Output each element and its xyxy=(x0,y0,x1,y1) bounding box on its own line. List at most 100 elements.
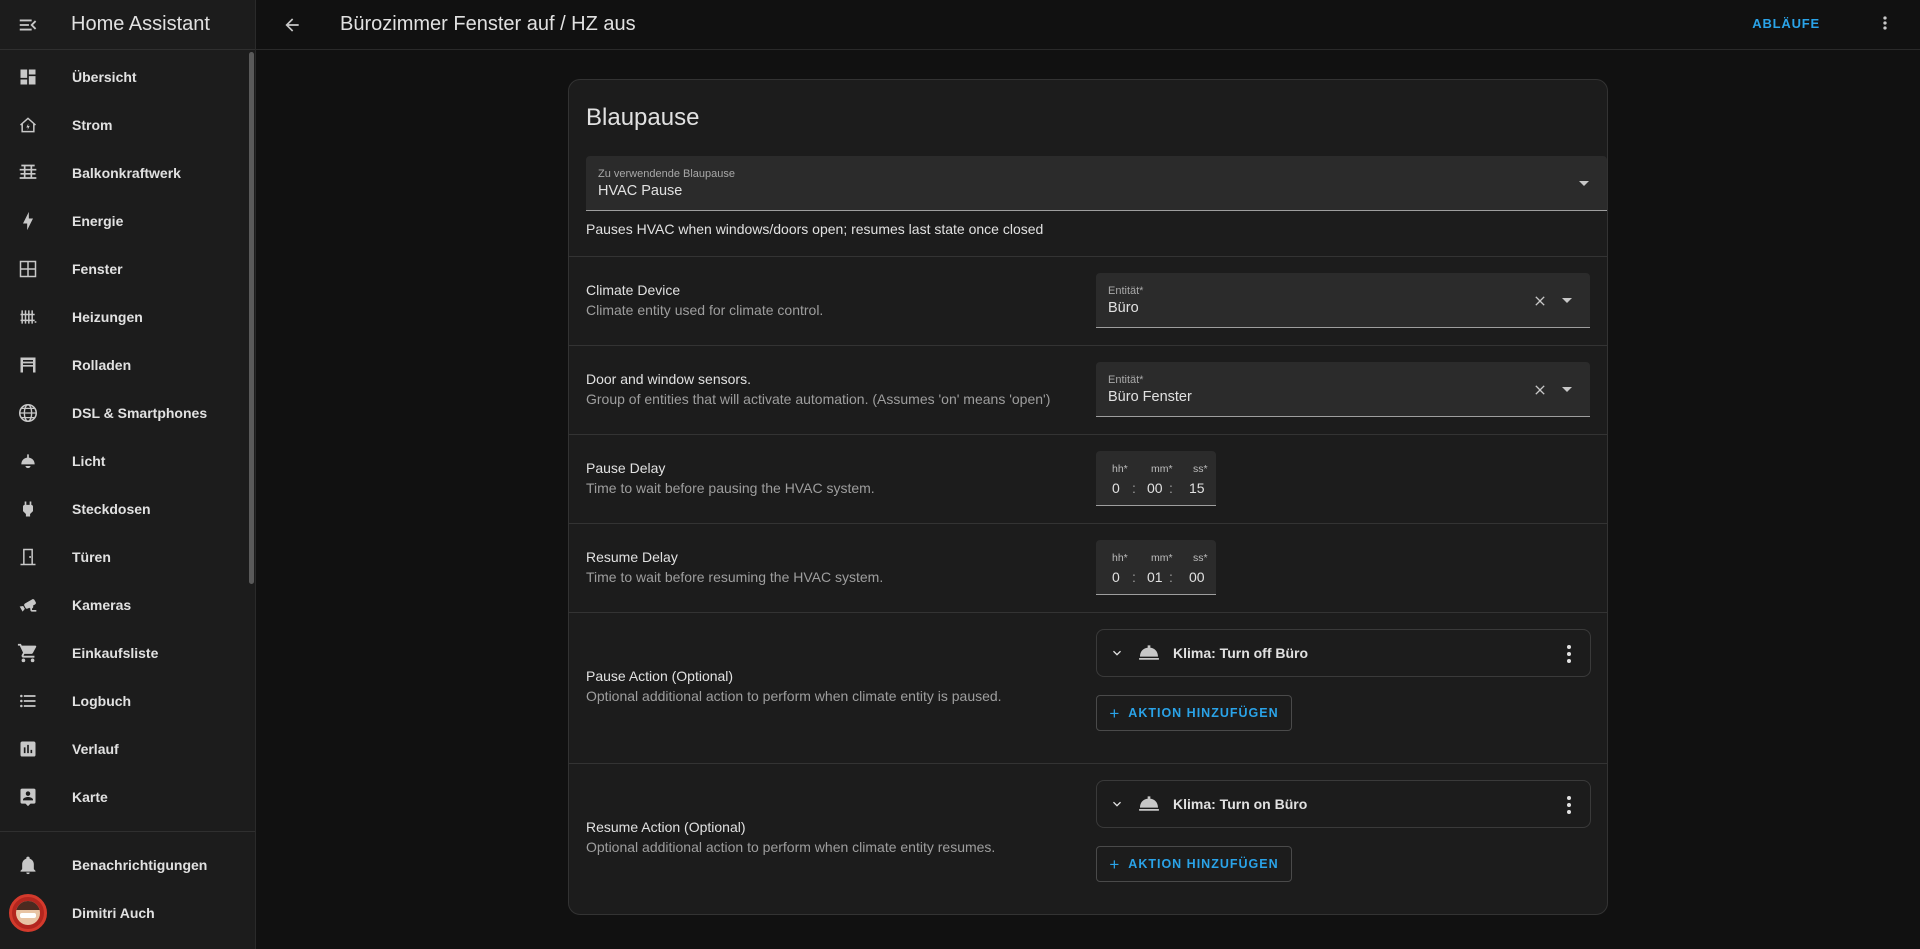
sensors-entity-picker[interactable]: Entität* Büro Fenster xyxy=(1096,362,1590,417)
seconds-input[interactable]: 00 xyxy=(1189,569,1205,585)
hours-input[interactable]: 0 xyxy=(1112,480,1120,496)
sensors-entity-value: Büro Fenster xyxy=(1108,389,1192,405)
dots-vertical-icon[interactable] xyxy=(1566,795,1572,815)
sidebar-item-tueren[interactable]: Türen xyxy=(0,533,248,581)
climate-entity-picker[interactable]: Entität* Büro xyxy=(1096,273,1590,328)
sidebar-item-einkaufsliste[interactable]: Einkaufsliste xyxy=(0,629,248,677)
sidebar-item-heizungen[interactable]: Heizungen xyxy=(0,293,248,341)
divider xyxy=(569,612,1607,613)
pause-action-name: Pause Action (Optional) xyxy=(586,668,734,684)
dots-vertical-icon xyxy=(1883,16,1887,30)
sidebar-item-label: Verlauf xyxy=(72,741,119,757)
bell-icon xyxy=(20,856,36,875)
sidebar-item-rolladen[interactable]: Rolladen xyxy=(0,341,248,389)
seconds-input[interactable]: 15 xyxy=(1189,480,1205,496)
sidebar-nav: Übersicht Strom Balkonkraftwerk Energie … xyxy=(0,53,248,821)
sidebar-item-label: DSL & Smartphones xyxy=(72,405,208,421)
sidebar-item-balkonkraftwerk[interactable]: Balkonkraftwerk xyxy=(0,149,248,197)
pause-action-text: Klima: Turn off Büro xyxy=(1173,645,1309,661)
more-menu-button[interactable] xyxy=(1874,12,1896,34)
pause-action-item[interactable]: Klima: Turn off Büro xyxy=(1096,629,1591,677)
divider xyxy=(569,256,1607,257)
ceiling-light-icon xyxy=(21,454,35,469)
sidebar-item-uebersicht[interactable]: Übersicht xyxy=(0,53,248,101)
ss-label: ss* xyxy=(1193,463,1208,475)
sidebar-item-label: Türen xyxy=(72,549,111,565)
chevron-down-icon[interactable] xyxy=(1109,645,1125,661)
sidebar-item-strom[interactable]: Strom xyxy=(0,101,248,149)
minutes-input[interactable]: 00 xyxy=(1147,480,1163,496)
sidebar-item-karte[interactable]: Karte xyxy=(0,773,248,821)
add-action-button[interactable]: + AKTION HINZUFÜGEN xyxy=(1096,846,1292,882)
hours-input[interactable]: 0 xyxy=(1112,569,1120,585)
sidebar-item-fenster[interactable]: Fenster xyxy=(0,245,248,293)
resume-delay-description: Time to wait before resuming the HVAC sy… xyxy=(586,569,884,585)
mm-label: mm* xyxy=(1151,552,1173,564)
power-plug-icon xyxy=(23,501,33,517)
sidebar-item-licht[interactable]: Licht xyxy=(0,437,248,485)
resume-action-text: Klima: Turn on Büro xyxy=(1173,796,1308,812)
add-action-label: AKTION HINZUFÜGEN xyxy=(1128,857,1279,871)
sidebar-item-steckdosen[interactable]: Steckdosen xyxy=(0,485,248,533)
cart-icon xyxy=(17,643,37,663)
sidebar-item-label: Karte xyxy=(72,789,108,805)
radiator-icon xyxy=(20,310,37,324)
plus-icon: + xyxy=(1109,854,1120,874)
notifications-label: Benachrichtigungen xyxy=(72,857,208,873)
sidebar-item-label: Fenster xyxy=(72,261,123,277)
sidebar-item-kameras[interactable]: Kameras xyxy=(0,581,248,629)
clear-icon[interactable] xyxy=(1532,293,1548,309)
user-name: Dimitri Auch xyxy=(72,905,155,921)
window-icon xyxy=(19,260,37,278)
page-title: Bürozimmer Fenster auf / HZ aus xyxy=(340,13,636,35)
sidebar-item-dsl-smartphones[interactable]: DSL & Smartphones xyxy=(0,389,248,437)
ablaeufe-button[interactable]: ABLÄUFE xyxy=(1752,0,1820,46)
ss-label: ss* xyxy=(1193,552,1208,564)
add-action-button[interactable]: + AKTION HINZUFÜGEN xyxy=(1096,695,1292,731)
sensors-name: Door and window sensors. xyxy=(586,371,751,387)
sidebar-divider xyxy=(0,831,255,832)
blueprint-select[interactable]: Zu verwendende Blaupause HVAC Pause xyxy=(586,156,1607,211)
sidebar-item-label: Licht xyxy=(72,453,106,469)
blueprint-select-label: Zu verwendende Blaupause xyxy=(598,168,735,180)
chevron-down-icon[interactable] xyxy=(1109,796,1125,812)
sidebar-item-notifications[interactable]: Benachrichtigungen xyxy=(0,841,248,889)
sidebar-item-energie[interactable]: Energie xyxy=(0,197,248,245)
menu-toggle-button[interactable] xyxy=(0,0,56,50)
pause-action-description: Optional additional action to perform wh… xyxy=(586,688,1002,704)
minutes-input[interactable]: 01 xyxy=(1147,569,1163,585)
dashboard-icon xyxy=(20,69,36,85)
dots-vertical-icon[interactable] xyxy=(1566,644,1572,664)
divider xyxy=(569,523,1607,524)
divider xyxy=(569,763,1607,764)
pause-delay-description: Time to wait before pausing the HVAC sys… xyxy=(586,480,875,496)
chart-box-icon xyxy=(20,741,36,757)
climate-device-description: Climate entity used for climate control. xyxy=(586,302,824,318)
sidebar-item-profile[interactable]: Dimitri Auch xyxy=(0,889,248,937)
sidebar-item-label: Strom xyxy=(72,117,113,133)
pause-delay-duration: hh* mm* ss* 0 : 00 : 15 xyxy=(1096,451,1216,506)
divider xyxy=(569,434,1607,435)
solar-panel-icon xyxy=(19,164,37,179)
sidebar-item-label: Rolladen xyxy=(72,357,132,373)
top-bar: Bürozimmer Fenster auf / HZ aus ABLÄUFE xyxy=(256,0,1920,50)
thermostat-icon xyxy=(1139,645,1159,660)
resume-action-item[interactable]: Klima: Turn on Büro xyxy=(1096,780,1591,828)
climate-entity-label: Entität* xyxy=(1108,285,1144,297)
sidebar-item-logbuch[interactable]: Logbuch xyxy=(0,677,248,725)
sidebar-item-verlauf[interactable]: Verlauf xyxy=(0,725,248,773)
card-title: Blaupause xyxy=(586,104,700,131)
clear-icon[interactable] xyxy=(1532,382,1548,398)
thermostat-icon xyxy=(1139,796,1159,811)
sidebar-bottom: Benachrichtigungen Dimitri Auch xyxy=(0,841,248,937)
climate-device-name: Climate Device xyxy=(586,282,681,298)
sidebar-scrollbar[interactable] xyxy=(249,52,254,584)
sidebar-item-label: Energie xyxy=(72,213,124,229)
caret-down-icon xyxy=(1579,181,1589,186)
sensors-entity-label: Entität* xyxy=(1108,374,1144,386)
map-account-icon xyxy=(20,788,36,807)
mm-label: mm* xyxy=(1151,463,1173,475)
sensors-description: Group of entities that will activate aut… xyxy=(586,391,1051,407)
back-button[interactable] xyxy=(256,0,328,50)
sidebar-item-label: Steckdosen xyxy=(72,501,151,517)
